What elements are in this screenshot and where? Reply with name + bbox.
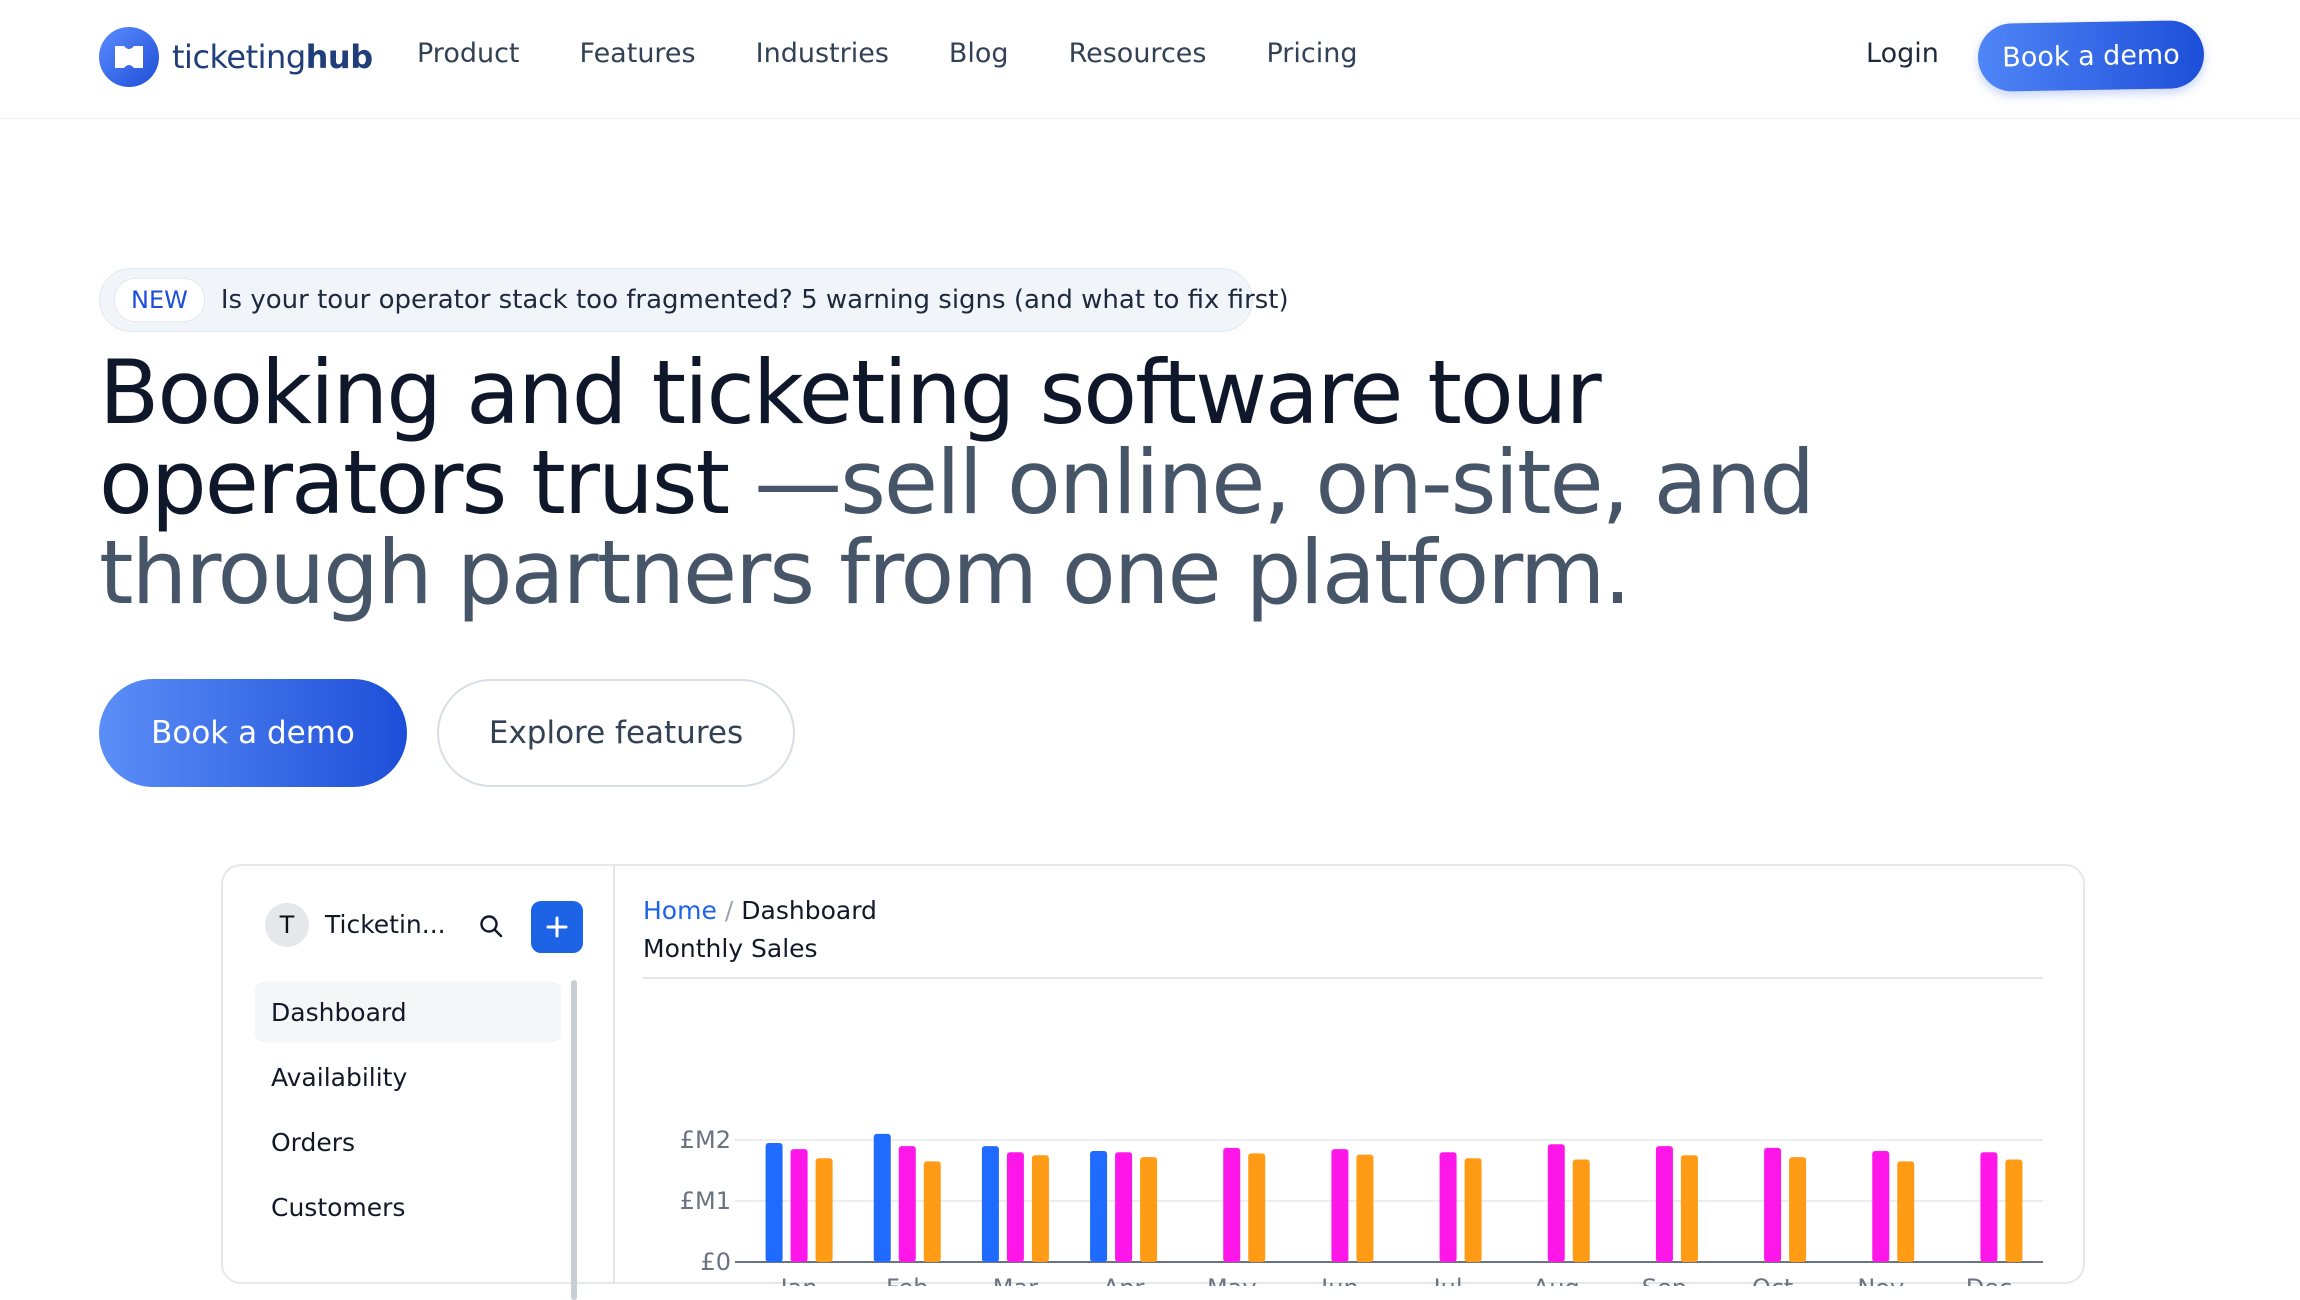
chart-bar [1897,1161,1915,1262]
chart-bar [790,1149,808,1262]
nav-resources[interactable]: Resources [1069,38,1207,69]
nav-industries[interactable]: Industries [756,38,889,69]
site-header: ticketinghub Product Features Industries… [0,0,2300,119]
x-tick-label: Oct [1752,1274,1794,1286]
panel-divider [643,977,2043,979]
chart-bar [1789,1157,1807,1262]
announcement-bar[interactable]: NEW Is your tour operator stack too frag… [99,268,1289,332]
new-badge: NEW [114,278,205,322]
sidebar-item-customers[interactable]: Customers [255,1177,561,1237]
plus-icon [546,916,568,938]
breadcrumb: Home / Dashboard [643,896,877,925]
announcement-text: Is your tour operator stack too fragment… [220,285,1289,315]
y-tick-label: £0 [700,1248,731,1276]
search-icon[interactable] [477,912,505,940]
chart-bar [923,1161,941,1262]
sidebar-item-orders[interactable]: Orders [255,1112,561,1172]
chart-bar [1031,1155,1049,1262]
panel-title: Monthly Sales [643,934,818,963]
x-tick-label: Dec [1966,1274,2012,1286]
y-tick-label: £M2 [680,1126,731,1154]
sidebar-item-dashboard[interactable]: Dashboard [255,982,561,1042]
chart-bar [1439,1152,1457,1262]
x-tick-label: Feb [886,1274,929,1286]
chart-bar [1872,1150,1890,1262]
logo-text: ticketinghub [172,38,373,76]
chart-bar [765,1143,783,1262]
x-tick-label: Nov [1857,1274,1904,1286]
dashboard-sidebar: T Ticketin... Dashboard Availability Ord… [223,866,615,1300]
book-demo-button[interactable]: Book a demo [99,679,407,787]
chart-bar [815,1158,833,1262]
nav-product[interactable]: Product [417,38,520,69]
chart-bar [1248,1153,1266,1262]
x-tick-label: Jun [1319,1274,1359,1286]
chart-bar [981,1146,999,1262]
chart-bar [2005,1159,2023,1262]
x-tick-label: Jul [1432,1274,1463,1286]
main-nav: Product Features Industries Blog Resourc… [417,38,1417,69]
nav-blog[interactable]: Blog [949,38,1009,69]
x-tick-label: Apr [1103,1274,1145,1286]
chart-bar [1356,1154,1374,1262]
chart-bar [1680,1155,1698,1262]
nav-features[interactable]: Features [580,38,696,69]
x-tick-label: Sep [1642,1274,1687,1286]
chart-bar [1115,1152,1133,1262]
chart-bar [1464,1158,1482,1262]
breadcrumb-home[interactable]: Home [643,896,717,925]
chart-bar [1331,1149,1349,1262]
chart-bar [1980,1152,1998,1262]
nav-pricing[interactable]: Pricing [1266,38,1357,69]
logo-text-bold: hub [305,38,373,76]
breadcrumb-current: Dashboard [741,896,877,925]
monthly-sales-chart: £M2 £M1 £0 Jan Feb Mar Apr May Jun Jul Aug Sep Oct No… [680,1126,2043,1286]
sidebar-item-availability[interactable]: Availability [255,1047,561,1107]
x-tick-label: Mar [993,1274,1038,1286]
chart-bar [873,1133,891,1262]
chart-bar [1655,1146,1673,1262]
workspace-name[interactable]: Ticketin... [325,910,446,939]
chart-bar [1090,1150,1108,1262]
x-tick-label: Aug [1533,1274,1580,1286]
chart-bar [1223,1147,1241,1262]
chart-bar [1140,1157,1158,1262]
chart-bar [1547,1144,1565,1262]
ticket-logo-icon [99,27,159,87]
chart-bar [898,1146,916,1262]
chart-bar [1764,1147,1782,1262]
x-tick-label: Jan [779,1274,818,1286]
logo[interactable]: ticketinghub [99,27,373,87]
breadcrumb-separator: / [724,896,734,925]
explore-features-button[interactable]: Explore features [437,679,795,787]
chart-bar [1006,1152,1024,1262]
sidebar-scrollbar[interactable] [571,980,577,1300]
add-button[interactable] [531,901,583,953]
chart-bar [1572,1159,1590,1262]
y-tick-label: £M1 [680,1187,731,1215]
logo-text-light: ticketing [172,38,306,76]
workspace-avatar[interactable]: T [265,903,309,947]
hero-headline: Booking and ticketing software tour oper… [99,348,1919,618]
x-tick-label: May [1207,1274,1257,1286]
dashboard-preview: T Ticketin... Dashboard Availability Ord… [221,864,2085,1300]
book-demo-header-button[interactable]: Book a demo [1977,20,2205,92]
login-link[interactable]: Login [1866,38,1939,69]
